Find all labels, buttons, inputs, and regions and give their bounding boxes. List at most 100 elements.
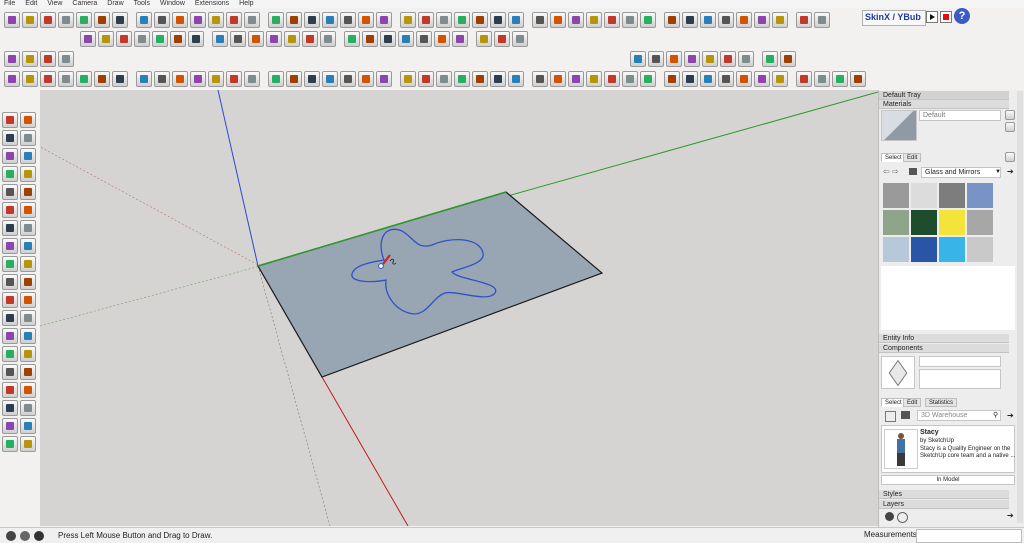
toolbar-tool-icon[interactable] (208, 12, 224, 28)
measurements-input[interactable] (916, 529, 1022, 543)
toolbar-tool-icon[interactable] (94, 71, 110, 87)
toolbar-tool-icon[interactable] (358, 12, 374, 28)
menu-edit[interactable]: Edit (25, 0, 37, 8)
left-tool-icon[interactable] (20, 346, 36, 362)
materials-tab-select[interactable]: Select (881, 153, 906, 162)
toolbar-tool-icon[interactable] (586, 12, 602, 28)
toolbar-tool-icon[interactable] (508, 71, 524, 87)
user-icon[interactable] (34, 530, 44, 541)
toolbar-tool-icon[interactable] (40, 12, 56, 28)
toolbar-tool-icon[interactable] (304, 71, 320, 87)
toolbar-tool-icon[interactable] (154, 71, 170, 87)
remove-layer-icon[interactable] (897, 512, 908, 523)
help-icon[interactable]: ? (954, 8, 970, 24)
toolbar-tool-icon[interactable] (772, 71, 788, 87)
toolbar-tool-icon[interactable] (112, 71, 128, 87)
left-tool-icon[interactable] (20, 292, 36, 308)
skinx-toolbar[interactable]: SkinX / YBub (862, 10, 926, 26)
toolbar-tool-icon[interactable] (700, 12, 716, 28)
toolbar-tool-icon[interactable] (512, 31, 528, 47)
toolbar-tool-icon[interactable] (796, 71, 812, 87)
left-tool-icon[interactable] (20, 436, 36, 452)
toolbar-tool-icon[interactable] (266, 31, 282, 47)
menu-view[interactable]: View (47, 0, 62, 8)
entity-info-header[interactable]: Entity Info (879, 334, 1009, 343)
left-tool-icon[interactable] (2, 112, 18, 128)
toolbar-tool-icon[interactable] (248, 31, 264, 47)
toolbar-tool-icon[interactable] (340, 71, 356, 87)
toolbar-tool-icon[interactable] (362, 31, 378, 47)
toolbar-tool-icon[interactable] (212, 31, 228, 47)
left-tool-icon[interactable] (20, 202, 36, 218)
toolbar-tool-icon[interactable] (322, 71, 338, 87)
components-tab-statistics[interactable]: Statistics (925, 398, 958, 407)
left-tool-icon[interactable] (20, 310, 36, 326)
toolbar-tool-icon[interactable] (736, 71, 752, 87)
left-tool-icon[interactable] (20, 184, 36, 200)
toolbar-tool-icon[interactable] (702, 51, 718, 67)
left-tool-icon[interactable] (2, 130, 18, 146)
styles-header[interactable]: Styles (879, 490, 1009, 499)
toolbar-tool-icon[interactable] (682, 71, 698, 87)
scene-canvas[interactable] (40, 90, 878, 526)
material-swatch[interactable] (967, 183, 993, 208)
left-tool-icon[interactable] (20, 238, 36, 254)
toolbar-tool-icon[interactable] (814, 71, 830, 87)
toolbar-tool-icon[interactable] (648, 51, 664, 67)
materials-tab-edit[interactable]: Edit (903, 153, 922, 162)
left-tool-icon[interactable] (2, 292, 18, 308)
toolbar-tool-icon[interactable] (418, 71, 434, 87)
toolbar-tool-icon[interactable] (268, 71, 284, 87)
toolbar-tool-icon[interactable] (286, 71, 302, 87)
toolbar-tool-icon[interactable] (152, 31, 168, 47)
toolbar-tool-icon[interactable] (244, 71, 260, 87)
toolbar-tool-icon[interactable] (762, 51, 778, 67)
toolbar-tool-icon[interactable] (340, 12, 356, 28)
toolbar-tool-icon[interactable] (154, 12, 170, 28)
toolbar-tool-icon[interactable] (630, 51, 646, 67)
library-select[interactable]: Glass and Mirrors (921, 167, 1001, 178)
left-tool-icon[interactable] (2, 274, 18, 290)
materials-header[interactable]: Materials (879, 100, 1009, 109)
material-swatch[interactable] (939, 237, 965, 262)
left-tool-icon[interactable] (20, 112, 36, 128)
toolbar-tool-icon[interactable] (490, 12, 506, 28)
toolbar-tool-icon[interactable] (136, 71, 152, 87)
toolbar-tool-icon[interactable] (664, 12, 680, 28)
components-details-icon[interactable]: ➔ (1007, 411, 1014, 420)
toolbar-tool-icon[interactable] (664, 71, 680, 87)
left-tool-icon[interactable] (2, 364, 18, 380)
toolbar-tool-icon[interactable] (226, 71, 242, 87)
components-header[interactable]: Components (879, 344, 1009, 353)
toolbar-tool-icon[interactable] (226, 12, 242, 28)
toolbar-tool-icon[interactable] (400, 12, 416, 28)
credits-icon[interactable] (20, 530, 30, 541)
home-icon[interactable] (909, 168, 917, 175)
toolbar-tool-icon[interactable] (472, 12, 488, 28)
toolbar-tool-icon[interactable] (76, 12, 92, 28)
toolbar-tool-icon[interactable] (284, 31, 300, 47)
component-name-field[interactable] (919, 356, 1001, 367)
menu-help[interactable]: Help (239, 0, 253, 8)
toolbar-tool-icon[interactable] (436, 12, 452, 28)
toolbar-tool-icon[interactable] (22, 71, 38, 87)
toolbar-tool-icon[interactable] (80, 31, 96, 47)
toolbar-tool-icon[interactable] (700, 71, 716, 87)
drawing-viewport[interactable] (40, 90, 878, 526)
toolbar-tool-icon[interactable] (22, 12, 38, 28)
warehouse-search-input[interactable]: 3D Warehouse (917, 410, 1001, 421)
toolbar-tool-icon[interactable] (190, 12, 206, 28)
toolbar-tool-icon[interactable] (418, 12, 434, 28)
material-swatch[interactable] (911, 210, 937, 235)
toolbar-tool-icon[interactable] (58, 12, 74, 28)
toolbar-tool-icon[interactable] (434, 31, 450, 47)
toolbar-tool-icon[interactable] (4, 12, 20, 28)
left-tool-icon[interactable] (20, 130, 36, 146)
toolbar-tool-icon[interactable] (190, 71, 206, 87)
toolbar-tool-icon[interactable] (172, 12, 188, 28)
material-swatch[interactable] (967, 237, 993, 262)
toolbar-tool-icon[interactable] (490, 71, 506, 87)
toolbar-tool-icon[interactable] (452, 31, 468, 47)
toolbar-tool-icon[interactable] (476, 31, 492, 47)
left-tool-icon[interactable] (20, 418, 36, 434)
